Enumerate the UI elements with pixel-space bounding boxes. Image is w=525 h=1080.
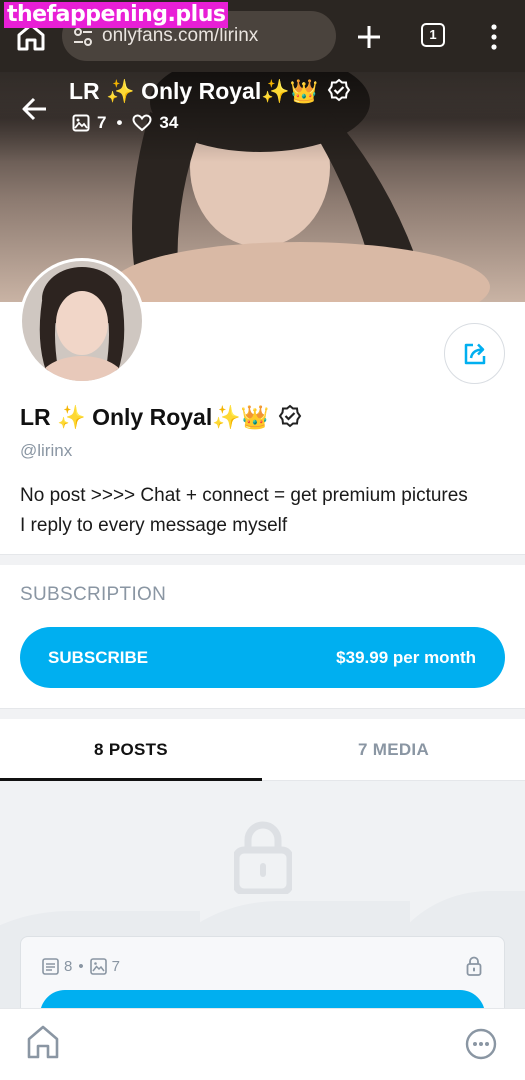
more-options-icon[interactable] bbox=[465, 1028, 497, 1060]
tab-posts[interactable]: 8 POSTS bbox=[0, 720, 262, 781]
bio-line: No post >>>> Chat + connect = get premiu… bbox=[20, 485, 468, 506]
avatar[interactable] bbox=[19, 258, 145, 384]
section-divider bbox=[0, 554, 525, 565]
posts-count: 8 bbox=[64, 957, 73, 975]
profile-handle[interactable]: @lirinx bbox=[20, 441, 72, 461]
plus-icon[interactable] bbox=[354, 22, 384, 52]
home-icon[interactable] bbox=[26, 1024, 60, 1060]
media-count: 7 bbox=[111, 957, 120, 975]
url-text[interactable]: onlyfans.com/lirinx bbox=[102, 25, 258, 47]
tab-media[interactable]: 7 MEDIA bbox=[262, 720, 525, 781]
overflow-menu-icon[interactable] bbox=[484, 22, 504, 52]
verified-icon bbox=[327, 78, 351, 102]
heart-icon bbox=[132, 114, 152, 132]
likes-count: 34 bbox=[159, 113, 179, 132]
section-divider bbox=[0, 708, 525, 719]
share-button[interactable] bbox=[444, 323, 505, 384]
subscribe-label: SUBSCRIBE bbox=[48, 648, 149, 667]
images-count: 7 bbox=[97, 113, 107, 132]
cover-name-text: LR ✨ Only Royal✨👑 bbox=[69, 78, 319, 104]
bio-line: I reply to every message myself bbox=[20, 515, 288, 536]
site-settings-icon[interactable] bbox=[72, 26, 94, 48]
stats-separator: • bbox=[116, 113, 123, 132]
subscription-price: $39.99 per month bbox=[336, 648, 476, 667]
lock-icon bbox=[234, 821, 292, 894]
watermark: thefappening.plus bbox=[4, 2, 229, 28]
profile-name: LR ✨ Only Royal✨👑 bbox=[20, 404, 302, 431]
bottom-navigation bbox=[0, 1008, 525, 1080]
profile-bio: No post >>>> Chat + connect = get premiu… bbox=[20, 481, 510, 541]
image-icon bbox=[72, 114, 90, 132]
cover-stats: 7 • 34 bbox=[72, 112, 178, 134]
subscription-label: SUBSCRIPTION bbox=[20, 584, 167, 605]
lock-icon bbox=[466, 956, 482, 976]
profile-name-text: LR ✨ Only Royal✨👑 bbox=[20, 404, 270, 430]
stats-separator: • bbox=[78, 957, 84, 975]
subscribe-button[interactable]: SUBSCRIBE $39.99 per month bbox=[20, 627, 505, 688]
back-arrow-icon[interactable] bbox=[20, 94, 50, 124]
verified-icon bbox=[278, 404, 302, 428]
post-icon bbox=[42, 957, 59, 975]
cover-title: LR ✨ Only Royal✨👑 bbox=[69, 78, 351, 105]
share-icon bbox=[464, 343, 486, 365]
tabs-icon[interactable]: 1 bbox=[421, 23, 445, 47]
locked-card-stats: 8 • 7 bbox=[42, 955, 120, 977]
image-icon bbox=[89, 957, 107, 975]
